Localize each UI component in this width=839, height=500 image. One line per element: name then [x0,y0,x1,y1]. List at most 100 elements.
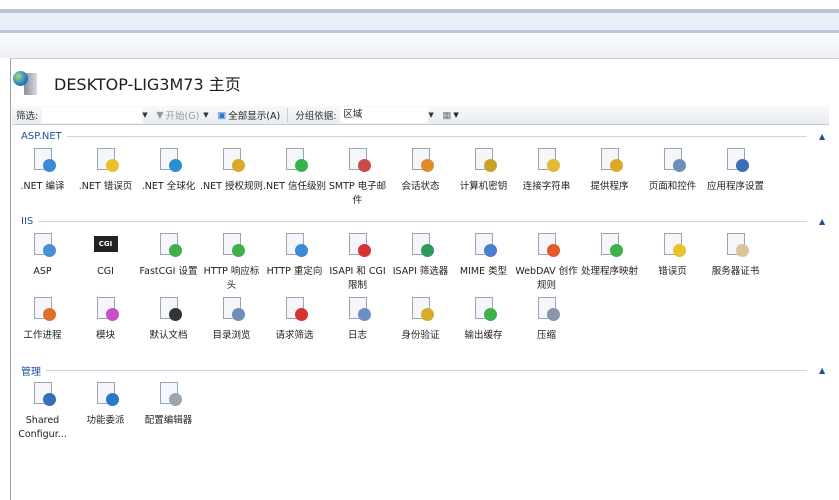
feature-label: 应用程序设置 [706,181,764,192]
feature-item[interactable]: 服务器证书 [704,231,767,293]
isapi-filter-globe-icon [408,231,434,257]
feature-label: 会话状态 [401,181,440,192]
feature-item[interactable]: ASP [11,231,74,293]
handler-arrows-icon [597,231,623,257]
feature-item[interactable]: 默认文档 [137,295,200,343]
filter-dropdown-icon[interactable]: ▼ [142,111,152,119]
feature-label: 日志 [347,330,367,341]
feature-item[interactable]: ISAPI 和 CGI 限制 [326,231,389,293]
feature-label: 默认文档 [149,330,188,341]
start-button[interactable]: ▼ 开始(G) [152,108,203,123]
collapse-chevron-icon[interactable]: ▲ [819,217,829,226]
feature-item[interactable]: MIME 类型 [452,231,515,293]
feature-label: .NET 错误页 [78,181,133,192]
group-by-dropdown-icon[interactable]: ▼ [428,111,438,119]
lock-document-icon [219,146,245,172]
feature-label: .NET 编译 [20,181,65,192]
feature-label: 模块 [95,330,115,341]
feature-item[interactable]: .NET 错误页 [74,146,137,208]
feature-item[interactable]: 页面和控件 [641,146,704,208]
section-header[interactable]: 管理 ▲ [11,362,829,378]
globe-icon [156,146,182,172]
feature-item[interactable]: 工作进程 [11,295,74,343]
worker-process-icon [30,295,56,321]
feature-item[interactable]: 处理程序映射 [578,231,641,293]
feature-label: SMTP 电子邮件 [328,181,387,206]
fastcgi-arrow-icon [156,231,182,257]
feature-item[interactable]: HTTP 重定向 [263,231,326,293]
feature-label: 页面和控件 [648,181,697,192]
feature-item[interactable]: 请求筛选 [263,295,326,343]
feature-item[interactable]: .NET 信任级别 [263,146,326,208]
feature-label: Shared Configur... [18,415,67,440]
error-page-404-icon [93,146,119,172]
http-headers-arrow-icon [219,231,245,257]
feature-item[interactable]: 配置编辑器 [137,380,200,442]
section-divider [46,369,807,371]
feature-item[interactable]: 提供程序 [578,146,641,208]
feature-item[interactable]: .NET 全球化 [137,146,200,208]
feature-label: ASP [33,266,52,277]
filter-input[interactable] [42,107,143,123]
feature-item[interactable]: 错误页 [641,231,704,293]
show-all-button[interactable]: ▣ 全部显示(A) [213,108,284,123]
feature-label: 功能委派 [86,415,125,426]
feature-item[interactable]: 压缩 [515,295,578,343]
pages-controls-icon [660,146,686,172]
feature-item[interactable]: HTTP 响应标头 [200,231,263,293]
isapi-cgi-restrict-icon [345,231,371,257]
modules-icon [93,295,119,321]
collapse-chevron-icon[interactable]: ▲ [819,366,829,375]
feature-item[interactable]: 计算机密钥 [452,146,515,208]
feature-item[interactable]: WebDAV 创作规则 [515,231,578,293]
filter-toolbar: 筛选: ▼ ▼ 开始(G) ▼ ▣ 全部显示(A) 分组依据: 区域 ▼ ▦ ▼ [12,106,829,125]
feature-delegation-icon [93,380,119,406]
section-title: ASP.NET [11,130,67,142]
feature-item[interactable]: 应用程序设置 [704,146,767,208]
feature-item[interactable]: ISAPI 筛选器 [389,231,452,293]
feature-item[interactable]: 身份验证 [389,295,452,343]
feature-item[interactable]: SMTP 电子邮件 [326,146,389,208]
feature-label: 处理程序映射 [580,266,638,277]
feature-item[interactable]: 目录浏览 [200,295,263,343]
feature-item[interactable]: FastCGI 设置 [137,231,200,293]
group-by-label: 分组依据: [295,111,337,122]
net-compile-icon [30,146,56,172]
output-cache-icon [471,295,497,321]
request-filter-icon [282,295,308,321]
start-dropdown-icon[interactable]: ▼ [203,111,213,119]
section-2: 管理 ▲ Shared Configur... 功能委派 配置编辑器 [11,362,829,442]
feature-item[interactable]: 功能委派 [74,380,137,442]
section-header[interactable]: IIS ▲ [11,215,829,227]
view-mode-button[interactable]: ▦ ▼ [438,110,462,121]
feature-item[interactable]: 会话状态 [389,146,452,208]
collapse-chevron-icon[interactable]: ▲ [819,132,829,141]
section-divider [66,135,807,137]
feature-item[interactable]: 模块 [74,295,137,343]
feature-label: HTTP 响应标头 [203,266,260,291]
feature-item[interactable]: Shared Configur... [11,380,74,442]
feature-item[interactable]: CGI CGI [74,231,137,293]
feature-label: 压缩 [536,330,556,341]
toolbar-divider [287,108,289,122]
shared-config-checklist-icon [30,380,56,406]
feature-label: ISAPI 和 CGI 限制 [329,266,386,291]
page-header: DESKTOP-LIG3M73 主页 [12,70,241,96]
feature-item[interactable]: 连接字符串 [515,146,578,208]
section-title: 管理 [11,362,46,378]
feature-label: MIME 类型 [459,266,508,277]
section-header[interactable]: ASP.NET ▲ [11,130,829,142]
feature-label: 输出缓存 [464,330,503,341]
page-title: DESKTOP-LIG3M73 主页 [54,75,241,94]
feature-item[interactable]: .NET 编译 [11,146,74,208]
feature-label: 错误页 [658,266,687,277]
feature-label: HTTP 重定向 [266,266,323,277]
feature-item[interactable]: 日志 [326,295,389,343]
feature-label: 工作进程 [23,330,62,341]
group-by-select[interactable]: 区域 [340,107,429,123]
feature-item[interactable]: 输出缓存 [452,295,515,343]
session-user-icon [408,146,434,172]
feature-row: ASP CGI CGI FastCGI 设置 HTTP 响应标头 HTTP 重定向 ISAP… [11,231,829,293]
feature-item[interactable]: .NET 授权规则 [200,146,263,208]
feature-row: 工作进程 模块 默认文档 目录浏览 请求筛选 日志 身份验证 输出缓存 压缩 [11,295,829,343]
